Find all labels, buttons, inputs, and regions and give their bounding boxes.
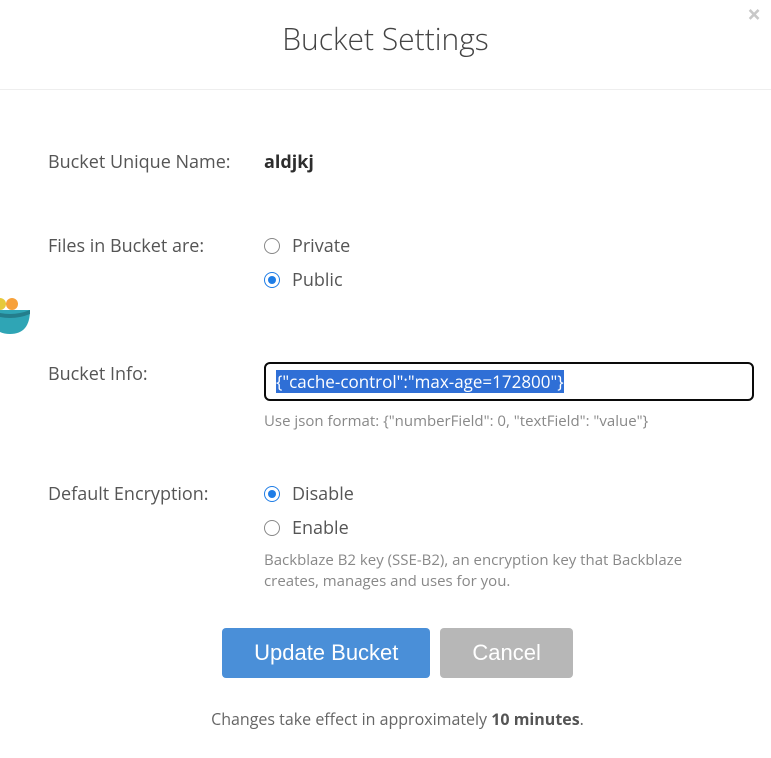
bucket-info-input[interactable]: {"cache-control":"max-age=172800"}	[264, 362, 754, 401]
encryption-help: Backblaze B2 key (SSE-B2), an encryption…	[264, 550, 704, 592]
close-icon[interactable]: ×	[747, 3, 761, 27]
value-unique-name: aldjkj	[264, 150, 314, 174]
radio-icon	[264, 238, 280, 254]
radio-label-enable: Enable	[292, 516, 349, 540]
radio-option-enable[interactable]: Enable	[264, 516, 747, 540]
radio-option-disable[interactable]: Disable	[264, 482, 747, 506]
cancel-button[interactable]: Cancel	[440, 628, 572, 678]
row-unique-name: Bucket Unique Name: aldjkj	[48, 150, 747, 174]
bowl-fruit-icon	[0, 296, 30, 336]
note-prefix: Changes take effect in approximately	[211, 708, 491, 730]
radio-icon	[264, 272, 280, 288]
label-files-privacy: Files in Bucket are:	[48, 234, 264, 258]
radio-label-disable: Disable	[292, 482, 354, 506]
label-default-encryption: Default Encryption:	[48, 482, 264, 506]
modal-header: Bucket Settings ×	[0, 0, 771, 90]
row-bucket-info: Bucket Info: {"cache-control":"max-age=1…	[48, 362, 747, 432]
modal-footer: Update Bucket Cancel Changes take effect…	[48, 628, 747, 730]
radio-icon	[264, 520, 280, 536]
radio-label-private: Private	[292, 234, 350, 258]
row-files-privacy: Files in Bucket are: Private Public	[48, 234, 747, 302]
note-suffix: .	[580, 708, 584, 730]
label-unique-name: Bucket Unique Name:	[48, 150, 264, 174]
radio-icon	[264, 486, 280, 502]
bucket-settings-modal: Bucket Settings × Bucket Unique Name: al…	[0, 0, 771, 758]
modal-body: Bucket Unique Name: aldjkj Files in Buck…	[0, 90, 771, 758]
radio-option-private[interactable]: Private	[264, 234, 747, 258]
footer-note: Changes take effect in approximately 10 …	[48, 708, 747, 730]
radio-option-public[interactable]: Public	[264, 268, 747, 292]
bucket-info-help: Use json format: {"numberField": 0, "tex…	[264, 411, 754, 432]
modal-title: Bucket Settings	[0, 18, 771, 59]
note-bold: 10 minutes	[491, 708, 579, 730]
row-default-encryption: Default Encryption: Disable Enable Backb…	[48, 482, 747, 592]
bucket-info-value: {"cache-control":"max-age=172800"}	[276, 370, 564, 393]
label-bucket-info: Bucket Info:	[48, 362, 264, 386]
update-bucket-button[interactable]: Update Bucket	[222, 628, 430, 678]
radio-label-public: Public	[292, 268, 343, 292]
